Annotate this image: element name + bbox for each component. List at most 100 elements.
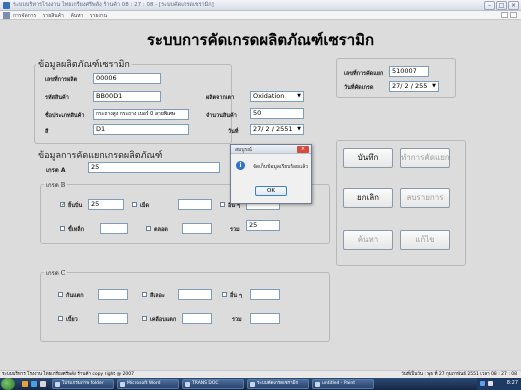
stain-checkbox[interactable] [142,292,147,297]
date-picker[interactable]: 27/ 2 / 2551 ▼ [250,124,304,135]
glaze-crack-checkbox[interactable] [142,316,147,321]
start-button[interactable] [1,378,15,390]
color-field[interactable]: D1 [93,124,189,135]
grading-date-picker[interactable]: 27/ 2 / 255 ▼ [389,81,439,92]
date-picker-value: 27/ 2 / 2551 [253,125,293,133]
maximize-button[interactable]: □ [496,1,507,10]
message-dialog: สมบูรณ์ × i จัดเก็บข้อมูลเรียบร้อยแล้ว O… [230,144,312,204]
product-name-label: ชื่อประเภทสินค้า [45,113,85,119]
other-b-checkbox[interactable] [220,202,225,207]
grade-c-group [40,272,330,342]
window-title: ระบบบริหารโรงงาน ไทยเกรียงศรีพลัง ร้านค้… [13,2,214,8]
dialog-title-bar: สมบูรณ์ × [231,145,311,154]
bottom-crack-label: ก้นแตก [66,293,84,299]
quicklaunch-icon[interactable] [31,381,37,387]
quicklaunch-icon[interactable] [22,381,28,387]
quantity-field[interactable]: 50 [250,108,304,119]
info-icon: i [236,161,245,170]
minimize-button[interactable]: – [484,1,495,10]
menu-item-report[interactable]: รายงาน [90,13,107,19]
grading-date-label: วันที่คัดเกรด [344,85,374,91]
restore-child-icon[interactable] [501,12,508,18]
network-icon[interactable] [480,381,485,386]
menu-item-search[interactable]: ค้นหา [70,13,83,19]
edit-button[interactable]: แก้ไข [400,230,450,250]
volume-icon[interactable] [488,381,493,386]
glaze-crack-label: เคลือบแตก [150,317,177,323]
grade-a-field[interactable]: 25 [88,162,220,173]
color-label: สี [45,129,49,135]
warped-field[interactable] [98,313,128,324]
product-info-title: ข้อมูลผลิตภัณฑ์เซรามิก [36,57,132,71]
system-tray: 8:27 [477,378,521,390]
through-label: ตลอด [154,227,168,233]
through-checkbox[interactable] [146,226,151,231]
task-ceramic[interactable]: ระบบคัดเกรดเซรามิก [247,379,309,389]
search-button[interactable]: ค้นหา [343,230,393,250]
chevron-down-icon: ▼ [432,83,436,89]
title-bar: ระบบบริหารโรงงาน ไทยเกรียงศรีพลัง ร้านค้… [0,0,521,11]
glaze-crack-field[interactable] [182,313,212,324]
grade-c-title: เกรด C [44,268,68,278]
grading-no-label: เลขที่การคัดแยก [344,71,384,77]
quantity-label: จำนวนสินค้า [206,113,237,119]
product-name-field[interactable]: กระถางสูง กระถาง เบอร์ 0 ลายพิเศษ [93,109,189,120]
close-window-button[interactable]: × [508,1,519,10]
other-c-checkbox[interactable] [222,292,227,297]
spot-checkbox[interactable] [132,202,137,207]
iron-spot-field[interactable] [100,223,128,234]
stain-field[interactable] [178,289,212,300]
save-button[interactable]: บันทึก [343,148,393,168]
status-copyright: ระบบบริหาร โรงงาน ไทยเกรียงศรีพลัง ร้านค… [2,372,134,377]
kiln-select[interactable]: Oxidation ▼ [250,91,304,102]
grading-title: ข้อมูลการคัดแยกเกรดผลิตภัณฑ์ [36,148,165,162]
grade-c-total-field[interactable] [250,313,280,324]
chipped-field[interactable]: 25 [88,199,124,210]
page-title: ระบบการคัดเกรดผลิตภัณฑ์เซรามิก [146,31,375,49]
status-bar: ระบบบริหาร โรงงาน ไทยเกรียงศรีพลัง ร้านค… [0,370,521,378]
spot-label: เม็ด [140,203,150,209]
grade-b-total-field[interactable]: 25 [246,220,280,231]
chevron-down-icon: ▼ [297,93,301,99]
product-no-field[interactable]: 00006 [93,73,161,84]
grade-a-label: เกรด A [46,167,66,174]
sort-button[interactable]: ทำการคัดแยก [400,148,450,168]
dialog-title: สมบูรณ์ [235,147,252,153]
grade-b-total-label: รวม [230,227,240,233]
warped-label: เบี้ยว [66,317,78,323]
grade-c-total-label: รวม [232,317,242,323]
grading-date-value: 27/ 2 / 255 [392,82,428,90]
dialog-close-button[interactable]: × [297,146,309,153]
cancel-button[interactable]: ยกเลิก [343,188,393,208]
quicklaunch-icon[interactable] [40,381,46,387]
document-icon [3,12,10,19]
task-word[interactable]: Microsoft Word [117,379,179,389]
delete-button[interactable]: ลบรายการ [400,188,450,208]
date-label: วันที่ [228,129,239,135]
bottom-crack-field[interactable] [98,289,128,300]
clock: 8:27 [506,380,518,386]
warped-checkbox[interactable] [58,316,63,321]
kiln-label: ผลิตจากเตา [206,95,235,101]
close-child-icon[interactable] [510,12,517,18]
task-trans[interactable]: TRANS DOC [182,379,244,389]
other-c-field[interactable] [250,289,280,300]
grading-no-field[interactable]: 510007 [389,66,429,77]
task-folder[interactable]: โปรแกรมภาพ folder [52,379,114,389]
through-field[interactable] [182,223,212,234]
status-datetime: วันที่เป็นวัน : พุธ ที่ 27 กุมภาพันธ์ 25… [401,372,517,377]
product-code-field[interactable]: BB00D1 [93,91,161,102]
spot-field[interactable] [178,199,212,210]
task-paint[interactable]: untitled - Paint [312,379,374,389]
other-c-label: อื่น ๆ [230,293,242,299]
taskbar: โปรแกรมภาพ folder Microsoft Word TRANS D… [0,378,521,390]
menu-item-manage[interactable]: การจัดการ [13,13,36,19]
iron-spot-checkbox[interactable] [60,226,65,231]
grading-record-group [336,58,456,98]
chipped-checkbox[interactable] [60,201,66,208]
bottom-crack-checkbox[interactable] [58,292,63,297]
menu-item-products[interactable]: รายสินค้า [43,13,64,19]
iron-spot-label: ขี้เหล็ก [68,227,84,233]
grade-b-title: เกรด B [44,180,68,190]
dialog-ok-button[interactable]: OK [255,186,287,196]
